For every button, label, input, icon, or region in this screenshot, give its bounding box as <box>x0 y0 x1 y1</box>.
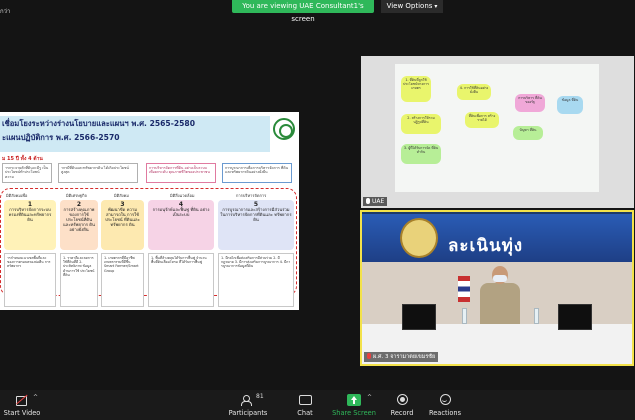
sticky-note: 2. สร้างการให้รวม ปฏิรูปที่ดิน <box>401 114 441 134</box>
shared-slide: เชื่อมโยงระหว่างร่างนโยบายและแผนฯ พ.ศ. 2… <box>0 112 299 310</box>
record-button[interactable]: Record <box>388 392 416 420</box>
slide-title-line2: ะแผนปฏิบัติการ พ.ศ. 2566-2570 <box>2 133 120 142</box>
column-header: มิติสังคมเพื่อ <box>6 193 28 198</box>
card-text: การอนุรักษ์และฟื้นฟู ที่ดิน อย่างเป็นระบ… <box>152 207 210 217</box>
screen-share-notice: You are viewing UAE Consultant1's screen <box>232 0 374 23</box>
detail-box: ารกำหนดแนวเขตพื้นที่และ ของการครอบครองบ่… <box>4 253 56 307</box>
participants-icon <box>241 394 255 406</box>
participant-name: UAE <box>372 198 385 205</box>
speaker-name: ผ.ศ. 3 จารามาตยเขมรชัย <box>373 354 436 360</box>
sticky-note: 1. ที่ดินที่ถูกใช้ ประโยชน์ทางการเกษตร <box>401 76 431 102</box>
reactions-label: Reactions <box>428 409 462 417</box>
strategy-card: 5 การบูรณาการและสร้างการมีส่วนร่วม ในการ… <box>218 200 294 250</box>
caret-up-icon[interactable]: ^ <box>367 394 372 401</box>
column-header: มิติสิ่งแวดล้อม <box>170 193 195 198</box>
goal-box: ารกระจายตัวที่ดินจะมีรู เป็นประโยชน์ท้าป… <box>2 163 52 183</box>
column-header: มิติสังคม <box>114 193 129 198</box>
microphone-icon <box>366 198 370 204</box>
card-text: พัฒนาขีด ความสามารถใน การใช้ประโยชน์ ที่… <box>105 207 140 227</box>
card-text: การบูรณาการและสร้างการมีส่วนร่วม ในการบร… <box>220 207 292 222</box>
view-options-label: View Options <box>386 2 433 10</box>
detail-box: 1. พื้นที่ล้างคลุมได้รับการฟื้นฟู จำนวนพ… <box>148 253 214 307</box>
slide-subtitle: ม 15 ปี ทั้ง 4 ด้าน <box>2 156 43 162</box>
agency-logo-icon <box>273 118 295 140</box>
venue-banner: ละเนินทุ่ง <box>362 214 632 262</box>
sticky-note: การบริหาร ที่ดินของรัฐ <box>515 94 545 112</box>
speaker-caption: ผ.ศ. 3 จารามาตยเขมรชัย <box>364 352 439 362</box>
speaker-person <box>478 266 522 328</box>
zoom-meeting-window: กว่า You are viewing UAE Consultant1's s… <box>0 0 635 420</box>
view-options-button[interactable]: View Options ▾ <box>381 0 443 13</box>
emblem-icon <box>400 218 438 258</box>
share-screen-label: Share Screen <box>332 409 376 417</box>
detail-box: 1. เกษตรกรที่มีอาชีพ เกษตรกรรมที่ดีขึ้น … <box>101 253 144 307</box>
record-label: Record <box>390 409 414 417</box>
sticky-note: 3. ผู้ที่ได้รับการจัด ที่ดินทำกิน <box>401 144 441 164</box>
chat-label: Chat <box>297 409 313 417</box>
caret-up-icon[interactable]: ^ <box>33 394 38 401</box>
sticky-note: ที่ดินเพื่อการ สร้างรายได้ <box>465 112 499 128</box>
sticky-note: ปัญหา ที่ดิน <box>513 126 543 140</box>
strategy-card: 3 พัฒนาขีด ความสามารถใน การใช้ประโยชน์ ท… <box>101 200 144 250</box>
monitor-icon <box>402 304 436 330</box>
sticky-note: ข้อมูล ที่ดิน <box>557 96 583 114</box>
strategy-card: 2 การสร้างคุณภาพ ของการใช้ ประโยชน์ที่ดิ… <box>60 200 98 250</box>
participant-name-label: UAE <box>363 197 388 206</box>
thai-flag-icon <box>458 276 470 302</box>
sticky-note: 4. การใช้ที่ดินอย่าง ยั่งยืน <box>457 84 491 100</box>
participant-video-tile[interactable]: 1. ที่ดินที่ถูกใช้ ประโยชน์ทางการเกษตร 2… <box>361 56 634 208</box>
monitor-icon <box>558 304 592 330</box>
participants-count: 81 <box>256 393 264 400</box>
detail-box: 1. ราคาดีและลดการใช้ที่ดินที่ดี 2. ประสิ… <box>60 253 98 307</box>
microphone-muted-icon <box>367 353 371 359</box>
whiteboard: 1. ที่ดินที่ถูกใช้ ประโยชน์ทางการเกษตร 2… <box>395 64 599 192</box>
column-header: การบริหารจัดการ <box>236 193 267 198</box>
water-bottle-icon <box>534 308 539 324</box>
banner-text: ละเนินทุ่ง <box>448 236 524 256</box>
reactions-button[interactable]: Reactions <box>428 392 462 420</box>
strategy-card: 1 การบริหารจัดการระบบ ครองที่ดินและทรัพย… <box>4 200 56 250</box>
record-icon <box>395 394 409 406</box>
card-text: การสร้างคุณภาพ ของการใช้ ประโยชน์ที่ดิน … <box>63 207 95 232</box>
start-video-label: Start Video <box>3 409 41 417</box>
goal-box: การบริหารจัดการที่ดิน อย่างเป็นระบบ เพื่… <box>146 163 216 183</box>
chat-button[interactable]: Chat <box>292 392 318 420</box>
video-off-icon <box>15 394 29 406</box>
card-text: การบริหารจัดการระบบ ครองที่ดินและทรัพยาก… <box>8 207 52 222</box>
slide-title-line1: เชื่อมโยงระหว่างร่างนโยบายและแผนฯ พ.ศ. 2… <box>2 119 195 128</box>
chat-icon <box>298 394 312 406</box>
detail-box: 1. มีกลไกเพื่อส่งเสริมการมีส่วนร่วม 2. ม… <box>218 253 294 307</box>
goal-box: การบูรณาการเพื่อการบริหารจัดการ ที่ดินแล… <box>222 163 292 183</box>
active-speaker-video-tile[interactable]: ละเนินทุ่ง ผ.ศ. 3 จารามาตยเขมรชัย <box>360 210 634 366</box>
meeting-toolbar: Start Video ^ Participants 81 Chat Share… <box>0 390 635 420</box>
goal-box: ากรมีที่ดินและทรัพยากรดิน ได้เกิดประโยชน… <box>58 163 138 183</box>
strategy-card: 4 การอนุรักษ์และฟื้นฟู ที่ดิน อย่างเป็นร… <box>148 200 214 250</box>
chevron-down-icon: ▾ <box>434 3 438 10</box>
water-bottle-icon <box>462 308 467 324</box>
corner-label: กว่า <box>0 8 11 15</box>
participants-label: Participants <box>228 409 268 417</box>
column-header: มิติเศรษฐกิจ <box>66 193 87 198</box>
reactions-icon <box>438 394 452 406</box>
share-screen-icon <box>347 394 361 406</box>
